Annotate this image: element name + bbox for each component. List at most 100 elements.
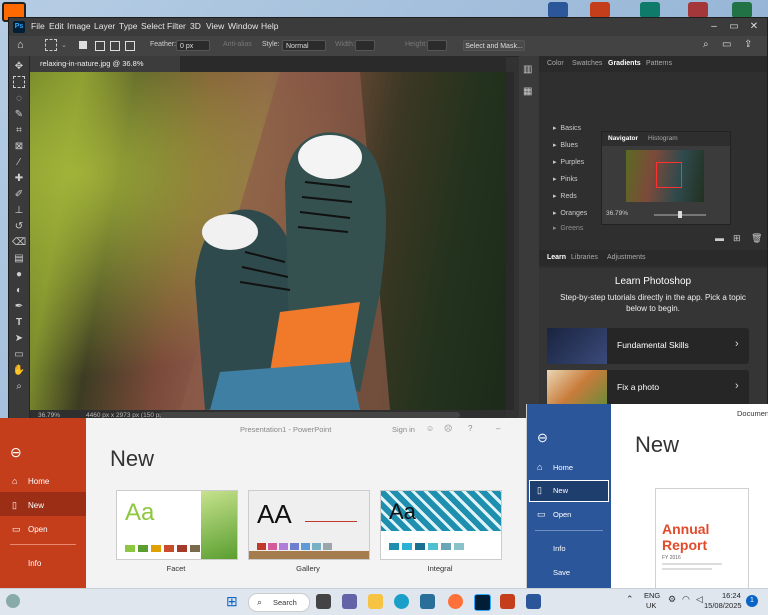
document-tab[interactable]: relaxing-in-nature.jpg @ 36.8% (RGB/8)× [30, 56, 180, 84]
navigator-zoom[interactable]: 36.79% [606, 210, 628, 217]
template-facet[interactable]: Aa [116, 490, 238, 560]
minimize-icon[interactable]: – [496, 424, 500, 433]
start-icon[interactable]: ⊞ [226, 593, 238, 610]
eraser-tool-icon[interactable]: ⌫ [12, 236, 26, 250]
gradient-group-blues[interactable]: ▸ Blues [553, 141, 578, 149]
firefox-icon[interactable] [448, 594, 463, 609]
wifi-icon[interactable]: ◠ [682, 594, 690, 605]
excel-desktop-icon[interactable] [732, 2, 752, 18]
nav-home[interactable]: Home [28, 477, 49, 486]
nav-info[interactable]: Info [553, 544, 566, 553]
frame-tool-icon[interactable]: ⊠ [12, 140, 26, 154]
publisher-desktop-icon[interactable] [640, 2, 660, 18]
clock-date[interactable]: 15/08/2025 [704, 601, 742, 610]
height-input[interactable] [427, 40, 447, 51]
gradient-group-pinks[interactable]: ▸ Pinks [553, 175, 578, 183]
gradient-group-purples[interactable]: ▸ Purples [553, 158, 584, 166]
marquee-tool-icon[interactable] [45, 39, 57, 51]
smiley-icon[interactable]: ☺ [426, 424, 434, 433]
menu-view[interactable]: View [206, 21, 224, 31]
history-brush-icon[interactable]: ↺ [12, 220, 26, 234]
file-explorer-icon[interactable] [368, 594, 383, 609]
properties-panel-icon[interactable]: ▦ [523, 86, 532, 97]
tab-histogram[interactable]: Histogram [648, 135, 678, 142]
tab-patterns[interactable]: Patterns [646, 60, 672, 67]
menu-layer[interactable]: Layer [94, 21, 115, 31]
notification-badge[interactable]: 1 [746, 595, 758, 607]
search-icon[interactable]: ⌕ [703, 39, 709, 50]
lang-line2[interactable]: UK [646, 601, 656, 610]
nav-home[interactable]: Home [553, 463, 573, 472]
tab-adjustments[interactable]: Adjustments [607, 254, 646, 261]
add-selection-icon[interactable] [95, 41, 105, 51]
trash-icon[interactable]: 🗑 [751, 233, 762, 244]
quick-select-tool-icon[interactable]: ✎ [12, 108, 26, 122]
menu-image[interactable]: Image [67, 21, 91, 31]
nav-open[interactable]: Open [553, 510, 571, 519]
new-selection-icon[interactable] [79, 41, 87, 49]
close-icon[interactable]: ✕ [747, 20, 761, 34]
brush-tool-icon[interactable]: ✐ [12, 188, 26, 202]
healing-tool-icon[interactable]: ✚ [12, 172, 26, 186]
move-tool-icon[interactable]: ✥ [12, 60, 26, 74]
chevron-down-icon[interactable]: ⌄ [61, 41, 67, 49]
tab-color[interactable]: Color [547, 60, 564, 67]
blur-tool-icon[interactable]: ● [12, 268, 26, 282]
photoshop-taskbar-icon[interactable] [474, 594, 491, 611]
edge-icon[interactable] [394, 594, 409, 609]
template-integral-label[interactable]: Integral [380, 564, 500, 573]
stamp-tool-icon[interactable]: ⊥ [12, 204, 26, 218]
nav-new[interactable]: New [28, 501, 44, 510]
nav-save[interactable]: Save [553, 568, 570, 577]
nav-new[interactable]: New [553, 486, 568, 495]
settings-icon[interactable]: ⚙ [668, 594, 676, 605]
chevron-up-icon[interactable]: ⌃ [626, 594, 634, 605]
sign-in-link[interactable]: Sign in [392, 425, 415, 434]
rectangle-tool-icon[interactable]: ▭ [12, 348, 26, 362]
style-select[interactable]: Normal [282, 40, 326, 51]
powerpoint-taskbar-icon[interactable] [500, 594, 515, 609]
template-integral[interactable]: Aa [380, 490, 502, 560]
history-panel-icon[interactable]: ▥ [523, 64, 532, 75]
dodge-tool-icon[interactable]: ◐ [12, 284, 26, 298]
menu-edit[interactable]: Edit [49, 21, 64, 31]
template-annual-report[interactable]: Annual Report FY 2016 [655, 488, 749, 590]
share-icon[interactable]: ⇪ [744, 39, 752, 50]
maximize-icon[interactable]: ▭ [727, 20, 741, 34]
clock-time[interactable]: 16:24 [722, 591, 741, 600]
add-icon[interactable]: ⊞ [733, 233, 741, 244]
word-desktop-icon[interactable] [548, 2, 568, 18]
search-box[interactable]: ⌕ Search [248, 593, 310, 612]
eyedropper-tool-icon[interactable]: ⁄ [12, 156, 26, 170]
navigator-view-box[interactable] [656, 162, 682, 188]
rect-marquee-tool-icon[interactable] [13, 76, 25, 88]
learn-card-fundamental[interactable]: Fundamental Skills › [547, 328, 749, 364]
vertical-scrollbar[interactable] [506, 72, 514, 410]
teams-icon[interactable] [342, 594, 357, 609]
word-taskbar-icon[interactable] [526, 594, 541, 609]
gradient-group-basics[interactable]: ▸ Basics [553, 124, 581, 132]
menu-3d[interactable]: 3D [190, 21, 201, 31]
weather-icon[interactable] [6, 594, 20, 608]
path-select-icon[interactable]: ➤ [12, 332, 26, 346]
subtract-selection-icon[interactable] [110, 41, 120, 51]
back-arrow-icon[interactable]: ⊖ [537, 430, 548, 446]
menu-type[interactable]: Type [119, 21, 137, 31]
learn-card-fix-photo[interactable]: Fix a photo › [547, 370, 749, 406]
tab-gradients[interactable]: Gradients [608, 60, 641, 67]
workspace-icon[interactable]: ▭ [722, 39, 731, 50]
template-gallery[interactable]: AA [248, 490, 370, 560]
template-gallery-label[interactable]: Gallery [248, 564, 368, 573]
home-icon[interactable]: ⌂ [17, 39, 24, 51]
access-desktop-icon[interactable] [688, 2, 708, 18]
help-icon[interactable]: ? [468, 424, 472, 433]
back-arrow-icon[interactable]: ⊖ [10, 444, 22, 461]
tab-learn[interactable]: Learn [547, 254, 566, 261]
menu-window[interactable]: Window [228, 21, 258, 31]
gradient-group-oranges[interactable]: ▸ Oranges [553, 209, 587, 217]
menu-select[interactable]: Select [141, 21, 165, 31]
zoom-slider-thumb[interactable] [678, 211, 682, 218]
pen-tool-icon[interactable]: ✒ [12, 300, 26, 314]
nav-info[interactable]: Info [28, 559, 41, 568]
select-and-mask-button[interactable]: Select and Mask... [463, 40, 525, 51]
